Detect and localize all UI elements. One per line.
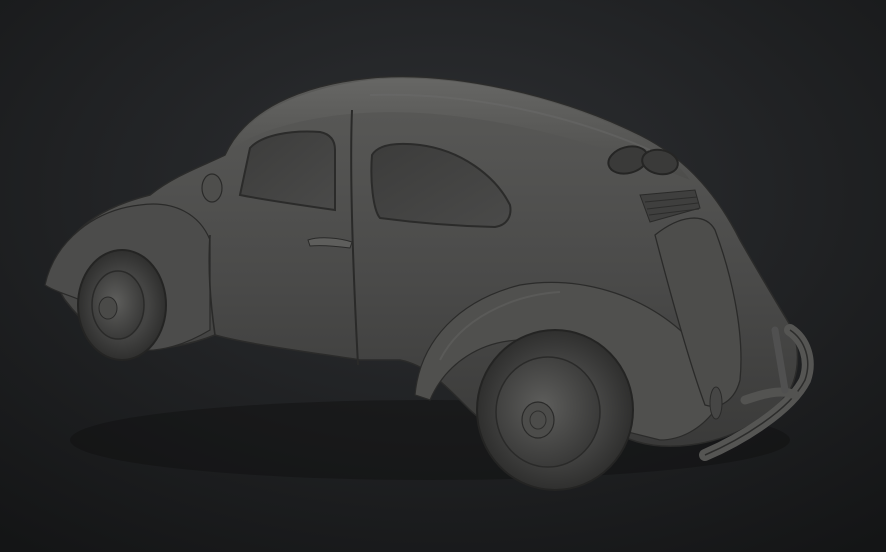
front-wheel bbox=[77, 249, 167, 361]
rear-wheel bbox=[476, 329, 634, 491]
front-side-window bbox=[238, 130, 336, 212]
render-viewport[interactable] bbox=[0, 0, 886, 552]
side-mirror bbox=[201, 173, 223, 203]
car-model[interactable] bbox=[0, 0, 886, 552]
tail-light bbox=[709, 386, 723, 420]
